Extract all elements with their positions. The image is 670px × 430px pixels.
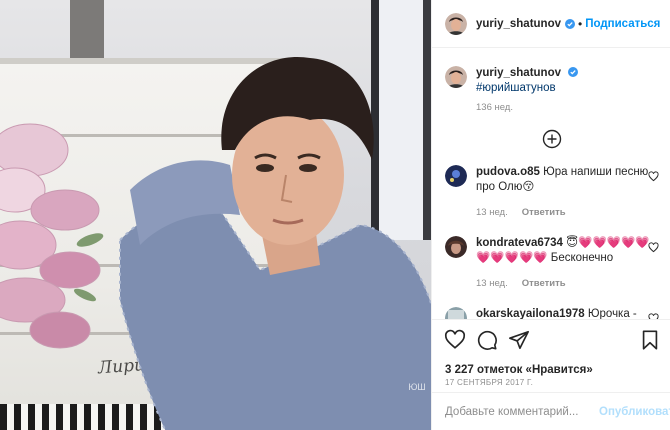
comment-input[interactable] bbox=[445, 405, 599, 418]
comment-item: okarskayailona1978 Юрочка - самый лучший… bbox=[445, 307, 659, 319]
caption-meta: 136 нед. bbox=[476, 102, 659, 113]
avatar[interactable] bbox=[445, 12, 467, 35]
comment-avatar[interactable] bbox=[445, 307, 467, 319]
avatar-image bbox=[445, 12, 467, 35]
avatar-image bbox=[445, 66, 467, 88]
follow-button[interactable]: Подписаться bbox=[585, 18, 660, 30]
verified-badge-icon bbox=[568, 67, 579, 77]
comment-username[interactable]: kondrateva6734 bbox=[476, 237, 563, 249]
like-heart-icon[interactable] bbox=[444, 329, 466, 351]
comment-username[interactable]: pudova.o85 bbox=[476, 166, 540, 178]
caption: yuriy_shatunov #юрийшатунов bbox=[445, 66, 659, 96]
caption-username[interactable]: yuriy_shatunov bbox=[476, 67, 561, 79]
instagram-post: Лирика ЮШ yuriy_shatunov • Подписаться y… bbox=[0, 0, 670, 430]
person-figure bbox=[119, 56, 431, 430]
post-date[interactable]: 17 СЕНТЯБРЯ 2017 Г. bbox=[445, 378, 533, 387]
comment-time[interactable]: 13 нед. bbox=[476, 207, 508, 218]
avatar-image bbox=[445, 236, 467, 258]
avatar-image bbox=[445, 307, 467, 319]
comment-body: kondrateva6734 😇💗💗💗💗💗💗💗💗💗💗 Бесконечно 13… bbox=[476, 236, 650, 291]
photo-watermark: ЮШ bbox=[408, 382, 426, 392]
likes-count[interactable]: 3 227 отметок «Нравится» bbox=[445, 364, 593, 376]
load-more-comments-button[interactable] bbox=[445, 129, 659, 149]
comment-body: pudova.o85 Юра напиши песню про Олю😚 13 … bbox=[476, 165, 650, 220]
post-side-panel: yuriy_shatunov • Подписаться yuriy_shatu… bbox=[431, 0, 670, 430]
comment-avatar[interactable] bbox=[445, 165, 467, 187]
reply-button[interactable]: Ответить bbox=[522, 278, 566, 289]
comment-avatar[interactable] bbox=[445, 236, 467, 258]
reply-button[interactable]: Ответить bbox=[522, 207, 566, 218]
add-comment-form: Опубликовать bbox=[432, 392, 670, 430]
comment-meta: 13 нед. Ответить bbox=[476, 205, 650, 220]
post-photo[interactable]: Лирика ЮШ bbox=[0, 0, 431, 430]
caption-time[interactable]: 136 нед. bbox=[476, 102, 513, 113]
share-plane-icon[interactable] bbox=[508, 329, 530, 351]
header-username[interactable]: yuriy_shatunov bbox=[476, 18, 561, 30]
save-bookmark-icon[interactable] bbox=[639, 329, 661, 351]
post-header: yuriy_shatunov • Подписаться bbox=[432, 0, 670, 48]
caption-avatar[interactable] bbox=[445, 66, 467, 88]
like-comment-heart-icon[interactable] bbox=[648, 171, 659, 182]
caption-text: yuriy_shatunov #юрийшатунов bbox=[476, 66, 659, 96]
plus-circle-icon bbox=[542, 129, 562, 149]
caption-hashtag[interactable]: #юрийшатунов bbox=[476, 82, 556, 94]
comment-time[interactable]: 13 нед. bbox=[476, 278, 508, 289]
comment-body: okarskayailona1978 Юрочка - самый лучший… bbox=[476, 307, 650, 319]
comments-list[interactable]: yuriy_shatunov #юрийшатунов 136 нед. pud… bbox=[432, 49, 670, 319]
comment-item: kondrateva6734 😇💗💗💗💗💗💗💗💗💗💗 Бесконечно 13… bbox=[445, 236, 659, 291]
verified-badge-icon bbox=[565, 18, 575, 29]
comment-meta: 13 нед. Ответить bbox=[476, 276, 650, 291]
like-comment-heart-icon[interactable] bbox=[648, 242, 659, 253]
avatar-image bbox=[445, 165, 467, 187]
header-separator: • bbox=[578, 16, 583, 31]
comment-username[interactable]: okarskayailona1978 bbox=[476, 308, 585, 319]
post-actions-bar bbox=[432, 319, 670, 359]
comment-item: pudova.o85 Юра напиши песню про Олю😚 13 … bbox=[445, 165, 659, 220]
post-comment-button[interactable]: Опубликовать bbox=[599, 406, 670, 418]
comment-bubble-icon[interactable] bbox=[476, 329, 498, 351]
